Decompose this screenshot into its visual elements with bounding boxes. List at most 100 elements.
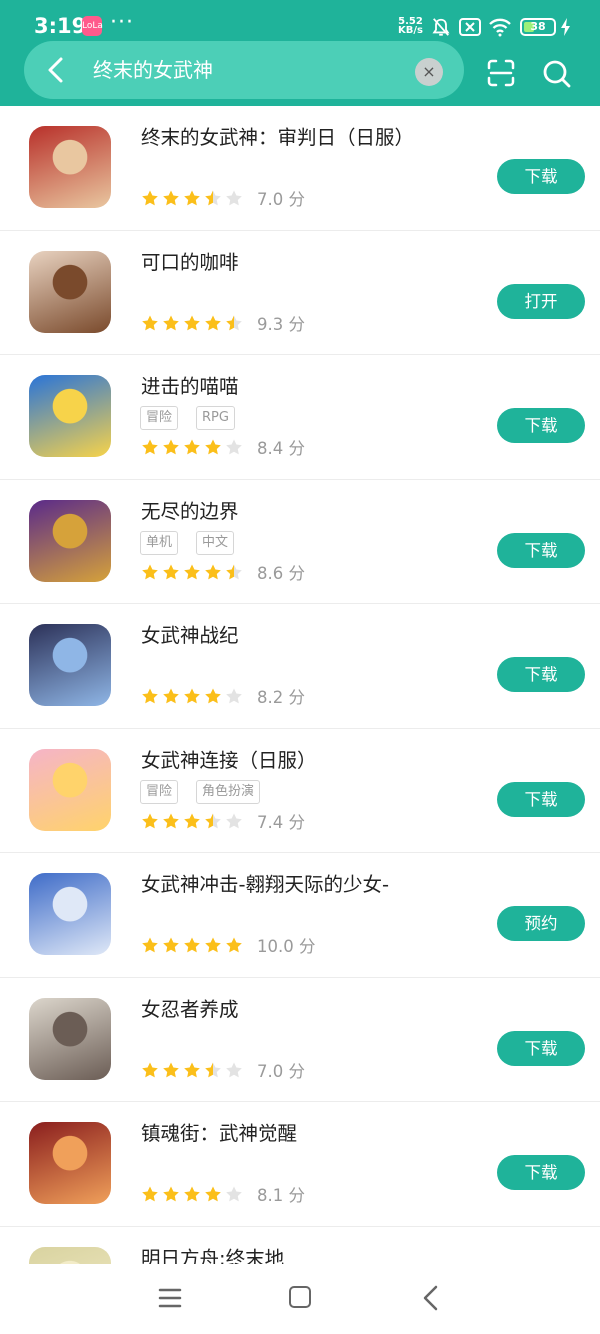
app-icon[interactable] (29, 1246, 111, 1264)
tag-badge: 冒险 (140, 406, 179, 430)
half-star-icon (205, 190, 221, 206)
star-icon (205, 564, 221, 579)
star-icon (184, 439, 200, 455)
scan-icon[interactable] (487, 59, 515, 87)
download-button[interactable]: 下载 (497, 532, 585, 568)
download-button[interactable]: 下载 (497, 159, 585, 194)
system-navigation-bar (0, 1264, 600, 1334)
star-icon (142, 688, 158, 704)
app-name[interactable]: 可口的咖啡 (141, 250, 239, 276)
app-name[interactable]: 镇魂街：武神觉醒 (141, 1121, 297, 1147)
app-rating: 8.4 分 (141, 435, 305, 459)
tag-badge: 中文 (196, 530, 235, 555)
app-score: 10.0 分 (257, 937, 316, 956)
list-item[interactable]: 无尽的边界 单机 中文 8.6 分 下载 (0, 480, 600, 604)
star-icon (163, 813, 179, 828)
app-icon[interactable] (29, 748, 111, 831)
app-name[interactable]: 女忍者养成 (141, 997, 239, 1023)
reserve-button[interactable]: 预约 (497, 906, 585, 941)
network-speed: 5.52 KB/s (398, 17, 423, 36)
star-icon (142, 1062, 158, 1077)
star-icon (163, 190, 179, 206)
list-item[interactable]: 女忍者养成 7.0 分 下载 (0, 978, 600, 1102)
empty-star-icon (226, 190, 242, 206)
app-icon[interactable] (29, 375, 111, 457)
download-button[interactable]: 下载 (497, 781, 585, 817)
charging-icon (561, 18, 570, 36)
open-button[interactable]: 打开 (497, 283, 585, 319)
app-icon[interactable] (29, 873, 111, 955)
search-icon[interactable] (542, 59, 572, 89)
star-icon (142, 190, 158, 206)
download-button[interactable]: 下载 (497, 1030, 585, 1066)
star-icon (226, 937, 242, 953)
app-name[interactable]: 女武神连接（日服） (141, 748, 317, 774)
star-icon (184, 813, 200, 828)
star-icon (163, 439, 179, 455)
app-icon[interactable] (29, 1122, 111, 1204)
star-icon (142, 1186, 158, 1202)
half-star-icon (226, 315, 242, 330)
list-item[interactable]: 女武神战纪 8.2 分 下载 (0, 604, 600, 729)
list-item[interactable]: 可口的咖啡 9.3 分 打开 (0, 231, 600, 355)
app-rating: 9.3 分 (141, 311, 305, 335)
star-icon (184, 190, 200, 206)
menu-icon[interactable] (158, 1287, 182, 1309)
app-rating: 8.2 分 (141, 684, 305, 708)
star-icon (163, 1186, 179, 1202)
app-icon[interactable] (29, 624, 111, 706)
download-button[interactable]: 下载 (497, 657, 585, 692)
empty-star-icon (226, 1186, 242, 1202)
search-box[interactable] (24, 41, 464, 99)
app-score: 8.4 分 (257, 439, 305, 458)
app-name[interactable]: 无尽的边界 (141, 499, 239, 525)
star-rating (141, 687, 243, 705)
back-arrow-icon[interactable] (46, 56, 66, 84)
search-input[interactable]: 终末的女武神 (93, 58, 213, 82)
tag-badge: 冒险 (140, 779, 179, 804)
list-item[interactable]: 终末的女武神：审判日（日服） 7.0 分 下载 (0, 106, 600, 231)
list-item[interactable]: 女武神冲击-翱翔天际的少女- 10.0 分 预约 (0, 853, 600, 978)
star-icon (163, 564, 179, 579)
star-rating (141, 812, 243, 830)
download-button[interactable]: 下载 (497, 408, 585, 443)
list-item[interactable]: 进击的喵喵 冒险 RPG 8.4 分 下载 (0, 355, 600, 480)
half-star-icon (205, 1062, 221, 1077)
app-score: 8.6 分 (257, 563, 305, 583)
star-icon (205, 315, 221, 330)
top-bar: 3:19 LoLa ··· 5.52 KB/s 38 终末的女武神 × (0, 0, 600, 106)
home-icon[interactable] (289, 1286, 311, 1308)
app-rating: 7.0 分 (141, 1058, 305, 1082)
list-item[interactable]: 镇魂街：武神觉醒 8.1 分 下载 (0, 1102, 600, 1227)
star-rating (141, 189, 243, 207)
search-results-list[interactable]: 终末的女武神：审判日（日服） 7.0 分下载 可口的咖啡 9.3 分打开 进击的喵喵 冒险… (0, 106, 600, 1264)
star-rating (141, 438, 243, 456)
app-name[interactable]: 女武神冲击-翱翔天际的少女- (141, 872, 389, 898)
app-name[interactable]: 进击的喵喵 (141, 374, 239, 400)
half-star-icon (205, 813, 221, 828)
status-time: 3:19 (34, 14, 87, 38)
star-icon (184, 564, 200, 579)
app-icon[interactable] (29, 499, 111, 582)
star-rating (141, 314, 243, 332)
app-name[interactable]: 明日方舟:终末地 (141, 1246, 284, 1265)
star-rating (141, 1061, 243, 1079)
star-icon (184, 1186, 200, 1202)
app-score: 7.0 分 (257, 190, 305, 209)
list-item[interactable]: 女武神连接（日服） 冒险 角色扮演 7.4 分 下载 (0, 729, 600, 853)
app-icon[interactable] (29, 126, 111, 208)
app-name[interactable]: 终末的女武神：审判日（日服） (141, 125, 414, 151)
nav-back-icon[interactable] (422, 1285, 440, 1311)
app-icon[interactable] (29, 997, 111, 1080)
list-item[interactable]: 明日方舟:终末地 (0, 1227, 600, 1265)
download-button[interactable]: 下载 (497, 1155, 585, 1190)
star-icon (163, 688, 179, 704)
app-score: 9.3 分 (257, 314, 305, 334)
app-icon[interactable] (29, 250, 111, 333)
clear-search-button[interactable]: × (415, 58, 443, 86)
star-icon (184, 315, 200, 330)
muted-bell-icon (432, 18, 450, 36)
app-score: 8.2 分 (257, 688, 305, 707)
app-name[interactable]: 女武神战纪 (141, 623, 239, 649)
empty-star-icon (226, 813, 242, 828)
